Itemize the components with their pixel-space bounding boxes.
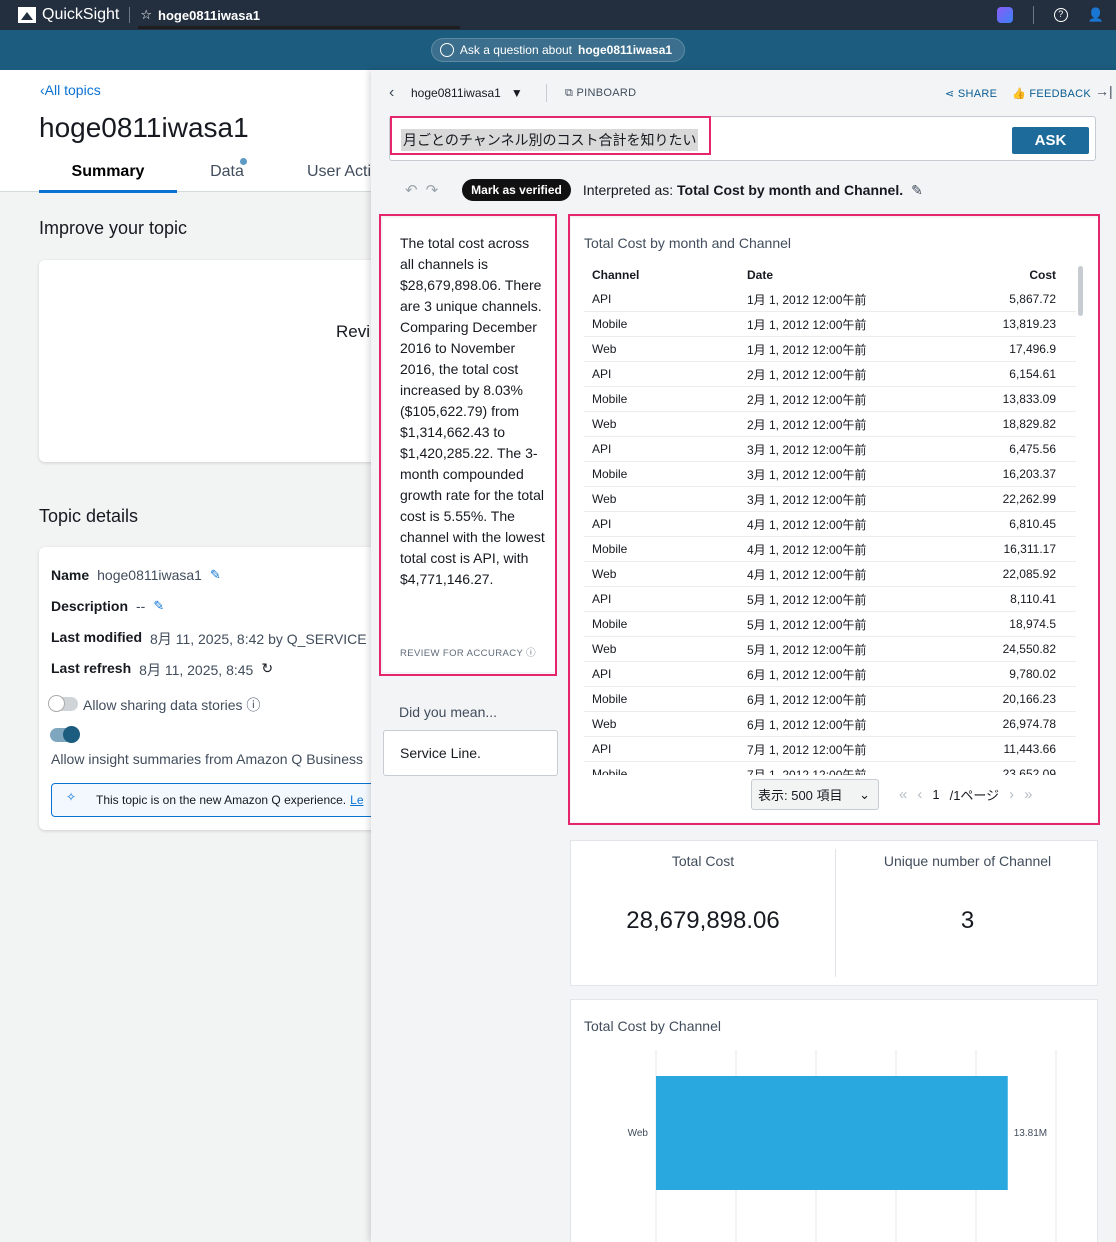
category-label: Web xyxy=(628,1128,649,1139)
kpi-value: 3 xyxy=(960,907,975,934)
notification-dot xyxy=(240,158,247,165)
kpi-label: Unique number of Channel xyxy=(883,853,1052,869)
description-label: Description xyxy=(51,598,129,614)
doc-title-text: hoge0811iwasa1 xyxy=(158,7,260,23)
kpi-visual: Total Cost 28,679,898.06 Unique number o… xyxy=(570,840,1098,986)
all-topics-link[interactable]: ‹All topics xyxy=(40,82,101,98)
table-highlight xyxy=(568,214,1100,825)
modified-label: Last modified xyxy=(51,629,143,645)
topic-selector[interactable]: hoge0811iwasa1 ▼ xyxy=(411,86,523,100)
description-value: -- xyxy=(136,598,146,614)
improve-card-text: Revi xyxy=(336,322,371,341)
brand[interactable]: QuickSight xyxy=(0,6,119,24)
share-button[interactable]: ⋖ SHARE xyxy=(945,87,997,100)
title-underline xyxy=(138,26,460,29)
topic-page: ‹All topics hoge0811iwasa1 Summary Data … xyxy=(0,70,381,1242)
edit-interpretation-icon[interactable]: ✎ xyxy=(911,182,923,199)
interpreted-prefix: Interpreted as: xyxy=(582,182,674,198)
improve-card: Revi xyxy=(39,260,379,462)
name-label: Name xyxy=(51,567,90,583)
interpretation-row: ↶ ↷ Mark as verified Interpreted as: Tot… xyxy=(405,177,923,203)
detail-name: Name hoge0811iwasa1 ✎ xyxy=(51,567,221,583)
ask-topic: hoge0811iwasa1 xyxy=(578,43,673,57)
edit-name-icon[interactable]: ✎ xyxy=(210,567,221,583)
insights-toggle-label: Allow insight summaries from Amazon Q Bu… xyxy=(51,751,363,767)
panel-toolbar: ‹ hoge0811iwasa1 ▼ ⧉ PINBOARD ⋖ SHARE 👍 … xyxy=(371,70,1116,116)
ask-button[interactable]: ASK xyxy=(1012,127,1089,154)
top-bar: QuickSight ☆ hoge0811iwasa1 ? 👤 xyxy=(0,0,1116,30)
back-icon[interactable]: ‹ xyxy=(389,84,394,102)
data-label: 13.81M xyxy=(1014,1128,1047,1139)
pinboard-icon: ⧉ xyxy=(565,87,574,99)
suggestion-service-line[interactable]: Service Line. xyxy=(383,730,558,776)
quicksight-logo-icon xyxy=(18,7,36,23)
improve-heading: Improve your topic xyxy=(39,218,188,238)
learn-more-link[interactable]: Le xyxy=(350,793,363,807)
details-card: Name hoge0811iwasa1 ✎ Description -- ✎ L… xyxy=(39,547,381,830)
thumbs-up-icon: 👍 xyxy=(1012,88,1026,100)
details-heading: Topic details xyxy=(39,506,139,526)
modified-value: 8月 11, 2025, 8:42 by Q_SERVICE xyxy=(150,631,367,647)
share-icon: ⋖ xyxy=(945,88,955,100)
kpi-label: Total Cost xyxy=(671,853,735,869)
edit-description-icon[interactable]: ✎ xyxy=(153,598,164,614)
detail-refresh: Last refresh 8月 11, 2025, 8:45 ↻ xyxy=(51,660,273,680)
mark-verified-button[interactable]: Mark as verified xyxy=(462,179,571,201)
bar-chart: Web 13.81M xyxy=(628,1050,1057,1242)
brand-name: QuickSight xyxy=(42,6,120,23)
refresh-icon[interactable]: ↻ xyxy=(261,660,273,680)
detail-description: Description -- ✎ xyxy=(51,598,164,614)
name-value: hoge0811iwasa1 xyxy=(97,567,202,583)
bar-web[interactable] xyxy=(656,1076,1008,1190)
kpi-value: 28,679,898.06 xyxy=(626,907,780,934)
pinboard-button[interactable]: ⧉ PINBOARD xyxy=(565,87,636,100)
top-right-actions: ? 👤 xyxy=(996,0,1116,30)
divider xyxy=(129,7,131,23)
tab-data[interactable]: Data xyxy=(177,158,277,193)
summary-highlight xyxy=(379,214,557,676)
did-you-mean: Did you mean... xyxy=(399,704,498,720)
tab-user-activity[interactable]: User Acti xyxy=(277,160,371,193)
ask-question-button[interactable]: Ask a question about hoge0811iwasa1 xyxy=(430,38,686,62)
divider xyxy=(1032,6,1034,24)
topic-header: ‹All topics hoge0811iwasa1 Summary Data … xyxy=(0,70,371,193)
info-icon[interactable]: ⓘ xyxy=(246,697,260,713)
toggle-knob xyxy=(63,726,80,743)
kpi-total-cost: Total Cost 28,679,898.06 xyxy=(571,841,835,987)
collapse-panel-icon[interactable]: →| xyxy=(1095,83,1113,99)
caret-down-icon: ▼ xyxy=(510,86,523,100)
q-panel: ‹ hoge0811iwasa1 ▼ ⧉ PINBOARD ⋖ SHARE 👍 … xyxy=(371,70,1116,1242)
sharing-toggle-label: Allow sharing data stories ⓘ xyxy=(83,697,261,713)
sparkle-icon: ✧ xyxy=(66,790,77,804)
bar-chart-visual: Total Cost by Channel Web 13.81M xyxy=(570,999,1098,1242)
page-title: hoge0811iwasa1 xyxy=(39,112,249,143)
ask-bar: Ask a question about hoge0811iwasa1 xyxy=(0,30,1116,70)
feedback-button[interactable]: 👍 FEEDBACK xyxy=(1012,87,1091,100)
question-highlight xyxy=(390,116,711,155)
divider xyxy=(546,84,547,102)
help-icon[interactable]: ? xyxy=(1053,8,1068,22)
refresh-label: Last refresh xyxy=(51,660,132,676)
interpreted-value: Total Cost by month and Channel. xyxy=(677,182,904,198)
refresh-value: 8月 11, 2025, 8:45 xyxy=(139,662,254,678)
amazon-q-icon[interactable] xyxy=(996,7,1013,23)
detail-modified: Last modified 8月 11, 2025, 8:42 by Q_SER… xyxy=(51,629,367,649)
toggle-knob xyxy=(48,695,65,712)
topic-selector-label: hoge0811iwasa1 xyxy=(411,86,501,100)
topic-tabs: Summary Data User Acti xyxy=(39,158,371,193)
insights-toggle[interactable] xyxy=(50,726,80,743)
redo-icon[interactable]: ↷ xyxy=(426,181,439,199)
sharing-toggle[interactable] xyxy=(48,695,78,712)
ask-prefix: Ask a question about xyxy=(459,43,572,57)
info-text: This topic is on the new Amazon Q experi… xyxy=(96,793,347,807)
doc-title[interactable]: ☆ hoge0811iwasa1 xyxy=(140,7,260,23)
undo-icon[interactable]: ↶ xyxy=(405,181,418,199)
kpi-unique-channel: Unique number of Channel 3 xyxy=(835,849,1099,977)
user-icon[interactable]: 👤 xyxy=(1088,7,1104,23)
info-banner: ✧ This topic is on the new Amazon Q expe… xyxy=(51,783,381,817)
q-icon xyxy=(439,43,454,57)
star-icon[interactable]: ☆ xyxy=(140,7,152,23)
tab-summary[interactable]: Summary xyxy=(39,160,177,193)
